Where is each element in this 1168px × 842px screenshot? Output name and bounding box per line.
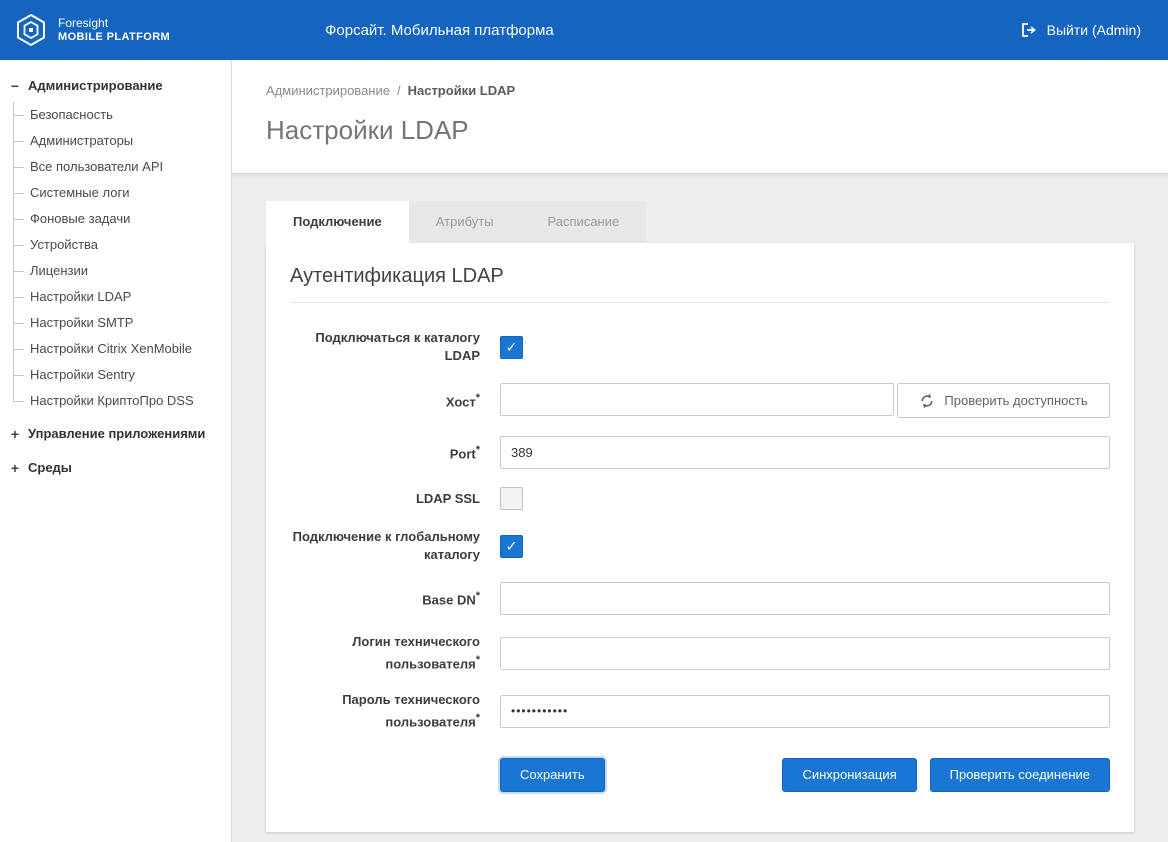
sidebar-tree: Безопасность Администраторы Все пользова… bbox=[13, 102, 231, 414]
required-asterisk: * bbox=[476, 590, 480, 602]
page-title: Настройки LDAP bbox=[266, 115, 1134, 146]
tab-bar: Подключение Атрибуты Расписание bbox=[266, 201, 646, 243]
form-row-tech-password: Пароль технического пользователя* bbox=[290, 691, 1110, 731]
global-catalog-checkbox[interactable]: ✓ bbox=[500, 535, 523, 558]
form-row-base-dn: Base DN* bbox=[290, 582, 1110, 615]
tech-login-label: Логин технического пользователя* bbox=[290, 633, 480, 673]
logout-icon bbox=[1020, 21, 1038, 39]
brand-product: MOBILE PLATFORM bbox=[58, 30, 170, 44]
app-window: Foresight MOBILE PLATFORM Форсайт. Мобил… bbox=[0, 0, 1168, 842]
sidebar-item-citrix-settings[interactable]: Настройки Citrix XenMobile bbox=[13, 336, 231, 362]
form-row-ldap-ssl: LDAP SSL ✓ bbox=[290, 487, 1110, 510]
required-asterisk: * bbox=[476, 444, 480, 456]
logout-button[interactable]: Выйти (Admin) bbox=[1020, 21, 1168, 39]
brand-name: Foresight bbox=[58, 16, 170, 30]
ldap-auth-card: Аутентификация LDAP Подключаться к катал… bbox=[266, 243, 1134, 832]
ldap-ssl-label: LDAP SSL bbox=[290, 490, 480, 508]
form-actions: Сохранить Синхронизация Проверить соедин… bbox=[290, 758, 1110, 792]
brand: Foresight MOBILE PLATFORM bbox=[0, 12, 170, 48]
brand-logo-icon bbox=[13, 12, 49, 48]
base-dn-input[interactable] bbox=[500, 582, 1110, 615]
sidebar-section-app-management[interactable]: + Управление приложениями bbox=[0, 416, 231, 450]
port-label: Port* bbox=[290, 441, 480, 463]
sidebar-item-ldap-settings[interactable]: Настройки LDAP bbox=[13, 284, 231, 310]
breadcrumb-current: Настройки LDAP bbox=[408, 83, 516, 98]
form-row-tech-login: Логин технического пользователя* bbox=[290, 633, 1110, 673]
sidebar: − Администрирование Безопасность Админис… bbox=[0, 60, 232, 842]
sidebar-item-background-tasks[interactable]: Фоновые задачи bbox=[13, 206, 231, 232]
tab-schedule[interactable]: Расписание bbox=[521, 201, 647, 243]
sidebar-item-licenses[interactable]: Лицензии bbox=[13, 258, 231, 284]
base-dn-label: Base DN* bbox=[290, 587, 480, 609]
sidebar-item-administrators[interactable]: Администраторы bbox=[13, 128, 231, 154]
breadcrumb-separator: / bbox=[397, 83, 401, 98]
sidebar-item-system-logs[interactable]: Системные логи bbox=[13, 180, 231, 206]
breadcrumb-parent[interactable]: Администрирование bbox=[266, 83, 390, 98]
sidebar-section-label: Управление приложениями bbox=[28, 426, 205, 441]
main-area: Администрирование / Настройки LDAP Настр… bbox=[232, 60, 1168, 842]
expand-icon[interactable]: + bbox=[9, 428, 21, 440]
expand-icon[interactable]: + bbox=[9, 462, 21, 474]
content: Подключение Атрибуты Расписание Аутентиф… bbox=[232, 173, 1168, 832]
host-label: Хост* bbox=[290, 389, 480, 411]
sidebar-item-sentry-settings[interactable]: Настройки Sentry bbox=[13, 362, 231, 388]
sidebar-section-administration[interactable]: − Администрирование bbox=[0, 68, 231, 102]
global-catalog-label: Подключение к глобальному каталогу bbox=[290, 528, 480, 564]
form-heading: Аутентификация LDAP bbox=[290, 265, 1110, 303]
sidebar-item-security[interactable]: Безопасность bbox=[13, 102, 231, 128]
sidebar-section-label: Администрирование bbox=[28, 78, 163, 93]
required-asterisk: * bbox=[476, 654, 480, 666]
test-connection-button[interactable]: Проверить соединение bbox=[930, 758, 1110, 792]
save-button[interactable]: Сохранить bbox=[500, 758, 605, 792]
breadcrumb: Администрирование / Настройки LDAP bbox=[266, 83, 1134, 98]
brand-text: Foresight MOBILE PLATFORM bbox=[58, 16, 170, 44]
form-row-connect-ldap: Подключаться к каталогу LDAP ✓ bbox=[290, 329, 1110, 365]
tech-password-label: Пароль технического пользователя* bbox=[290, 691, 480, 731]
form-row-global-catalog: Подключение к глобальному каталогу ✓ bbox=[290, 528, 1110, 564]
sidebar-section-environments[interactable]: + Среды bbox=[0, 450, 231, 484]
tech-password-input[interactable] bbox=[500, 695, 1110, 728]
connect-ldap-checkbox[interactable]: ✓ bbox=[500, 336, 523, 359]
port-input[interactable] bbox=[500, 436, 1110, 469]
sync-button[interactable]: Синхронизация bbox=[782, 758, 916, 792]
check-availability-button[interactable]: Проверить доступность bbox=[897, 383, 1110, 418]
checkmark-icon: ✓ bbox=[506, 539, 518, 553]
form-row-port: Port* bbox=[290, 436, 1110, 469]
app-title: Форсайт. Мобильная платформа bbox=[325, 0, 554, 60]
sidebar-item-smtp-settings[interactable]: Настройки SMTP bbox=[13, 310, 231, 336]
required-asterisk: * bbox=[476, 392, 480, 404]
checkmark-icon: ✓ bbox=[506, 340, 518, 354]
check-availability-label: Проверить доступность bbox=[944, 393, 1087, 408]
refresh-icon bbox=[919, 393, 935, 409]
sidebar-item-api-users[interactable]: Все пользователи API bbox=[13, 154, 231, 180]
app-header: Foresight MOBILE PLATFORM Форсайт. Мобил… bbox=[0, 0, 1168, 60]
logout-label: Выйти (Admin) bbox=[1047, 22, 1141, 38]
sidebar-item-cryptopro-settings[interactable]: Настройки КриптоПро DSS bbox=[13, 388, 231, 414]
tech-login-input[interactable] bbox=[500, 637, 1110, 670]
host-input[interactable] bbox=[500, 383, 894, 416]
tab-connection[interactable]: Подключение bbox=[266, 201, 409, 243]
form-row-host: Хост* bbox=[290, 383, 1110, 418]
page-head: Администрирование / Настройки LDAP Настр… bbox=[232, 60, 1168, 173]
collapse-icon[interactable]: − bbox=[9, 80, 21, 92]
required-asterisk: * bbox=[476, 712, 480, 724]
tab-attributes[interactable]: Атрибуты bbox=[409, 201, 521, 243]
sidebar-section-label: Среды bbox=[28, 460, 72, 475]
ldap-ssl-checkbox[interactable]: ✓ bbox=[500, 487, 523, 510]
sidebar-item-devices[interactable]: Устройства bbox=[13, 232, 231, 258]
connect-ldap-label: Подключаться к каталогу LDAP bbox=[290, 329, 480, 365]
